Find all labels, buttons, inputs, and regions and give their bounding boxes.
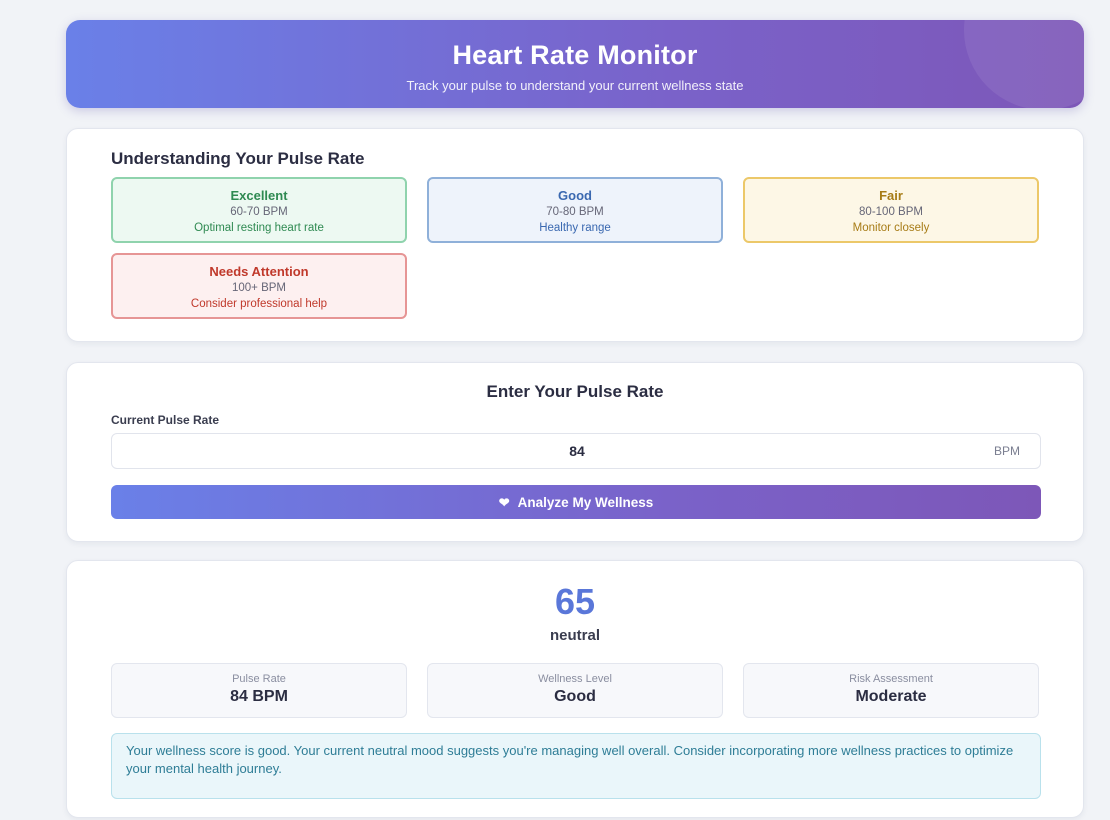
range-name: Good — [558, 188, 592, 203]
range-name: Fair — [879, 188, 903, 203]
wellness-score: 65 — [554, 581, 596, 622]
analyze-button-label: Analyze My Wellness — [517, 494, 654, 510]
range-bpm: 70-80 BPM — [546, 206, 604, 218]
range-bpm: 60-70 BPM — [230, 206, 288, 218]
metric-value: Moderate — [855, 688, 927, 705]
range-bpm: 100+ BPM — [231, 282, 287, 294]
range-bpm: 80-100 BPM — [859, 206, 923, 218]
pulse-input-wrapper: BPM — [111, 433, 1042, 469]
range-description: Consider professional help — [190, 298, 328, 310]
pulse-entry-title: Enter Your Pulse Rate — [486, 382, 664, 401]
pulse-rate-label: Current Pulse Rate — [111, 413, 220, 427]
heart-icon: ❤ — [498, 494, 510, 510]
page-subtitle: Track your pulse to understand your curr… — [406, 78, 744, 93]
metric-risk-assessment: Risk Assessment Moderate — [743, 663, 1039, 718]
pulse-rate-input[interactable] — [112, 434, 1042, 468]
header-banner: Heart Rate Monitor Track your pulse to u… — [66, 20, 1084, 108]
metric-value: Good — [554, 688, 596, 705]
mood-label: neutral — [549, 627, 600, 644]
metric-wellness-level: Wellness Level Good — [427, 663, 723, 718]
range-description: Healthy range — [539, 222, 611, 234]
metric-label: Pulse Rate — [232, 673, 286, 685]
range-excellent: Excellent 60-70 BPM Optimal resting hear… — [111, 177, 407, 243]
page-title: Heart Rate Monitor — [452, 40, 698, 70]
range-description: Optimal resting heart rate — [194, 222, 324, 234]
range-good: Good 70-80 BPM Healthy range — [427, 177, 723, 243]
range-fair: Fair 80-100 BPM Monitor closely — [743, 177, 1039, 243]
metric-label: Risk Assessment — [849, 673, 933, 685]
wellness-message: Your wellness score is good. Your curren… — [111, 733, 1041, 799]
wellness-result-card: 65 neutral Pulse Rate 84 BPM Wellness Le… — [66, 560, 1084, 818]
page: Heart Rate Monitor Track your pulse to u… — [0, 0, 1110, 820]
bpm-unit-label: BPM — [993, 444, 1020, 458]
pulse-entry-card: Enter Your Pulse Rate Current Pulse Rate… — [66, 362, 1084, 542]
metric-value: 84 BPM — [230, 688, 288, 705]
pulse-ranges-card: Understanding Your Pulse Rate Excellent … — [66, 128, 1084, 342]
range-description: Monitor closely — [852, 222, 930, 234]
range-name: Needs Attention — [209, 264, 309, 279]
metric-label: Wellness Level — [538, 673, 612, 685]
analyze-wellness-button[interactable]: ❤ Analyze My Wellness — [111, 485, 1041, 519]
range-name: Excellent — [230, 188, 288, 203]
metric-pulse-rate: Pulse Rate 84 BPM — [111, 663, 407, 718]
range-needs-attention: Needs Attention 100+ BPM Consider profes… — [111, 253, 407, 319]
pulse-ranges-title: Understanding Your Pulse Rate — [111, 149, 365, 168]
